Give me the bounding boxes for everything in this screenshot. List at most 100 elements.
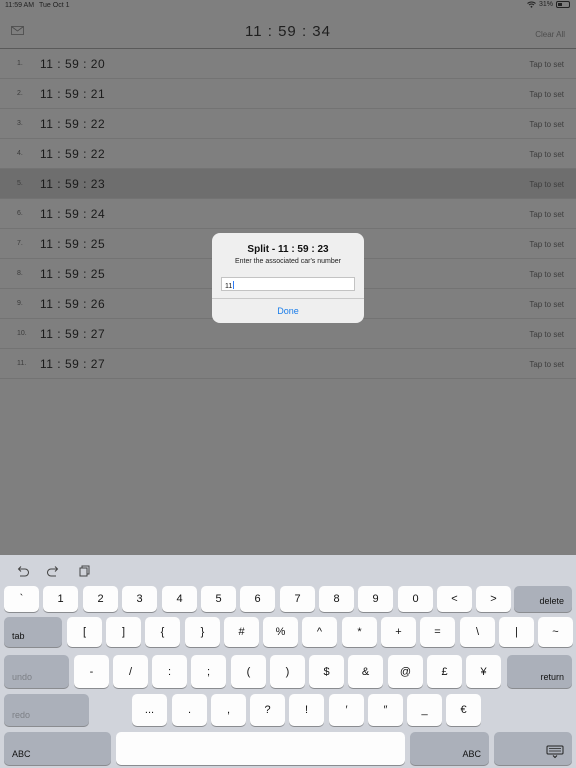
key-punct-3[interactable]: ; bbox=[191, 655, 226, 688]
split-row[interactable]: 11. 11 : 59 : 27 Tap to set bbox=[0, 349, 576, 379]
key-10[interactable]: 0 bbox=[398, 586, 433, 612]
tap-to-set-button[interactable]: Tap to set bbox=[529, 240, 564, 249]
page-title: 11 : 59 : 34 bbox=[245, 23, 331, 40]
key-sym-4[interactable]: # bbox=[224, 617, 259, 647]
key-sym-3[interactable]: } bbox=[185, 617, 220, 647]
key-sym-6[interactable]: ^ bbox=[302, 617, 337, 647]
key-8-key-label: 8 bbox=[333, 593, 340, 605]
key-sym-11[interactable]: | bbox=[499, 617, 534, 647]
key-punct-9[interactable]: £ bbox=[427, 655, 462, 688]
split-time: 11 : 59 : 25 bbox=[40, 267, 106, 281]
redo-arrow-icon[interactable] bbox=[46, 565, 60, 577]
split-index: 5. bbox=[17, 180, 23, 187]
split-row[interactable]: 10. 11 : 59 : 27 Tap to set bbox=[0, 319, 576, 349]
undo-key[interactable]: undo bbox=[4, 655, 69, 688]
key-4-key-label: 4 bbox=[176, 593, 183, 605]
delete-key[interactable]: delete bbox=[514, 586, 572, 612]
redo-key-label: redo bbox=[12, 710, 31, 720]
key-punct-10[interactable]: ¥ bbox=[466, 655, 501, 688]
space-key[interactable] bbox=[116, 732, 405, 765]
tap-to-set-button[interactable]: Tap to set bbox=[529, 300, 564, 309]
key-punct-8-key-label: @ bbox=[399, 665, 412, 678]
key-11[interactable]: < bbox=[437, 586, 472, 612]
key-punct-8[interactable]: @ bbox=[388, 655, 423, 688]
key-punct-7-key-label: & bbox=[361, 665, 370, 678]
tap-to-set-button[interactable]: Tap to set bbox=[529, 60, 564, 69]
return-key[interactable]: return bbox=[507, 655, 572, 688]
key-punct-7[interactable]: & bbox=[348, 655, 383, 688]
clear-all-button[interactable]: Clear All bbox=[535, 30, 565, 39]
key-more-3-key-label: ? bbox=[264, 704, 271, 716]
key-8[interactable]: 8 bbox=[319, 586, 354, 612]
split-time: 11 : 59 : 23 bbox=[40, 177, 106, 191]
key-more-2[interactable]: , bbox=[211, 694, 246, 726]
tap-to-set-button[interactable]: Tap to set bbox=[529, 90, 564, 99]
clipboard-icon[interactable] bbox=[77, 565, 91, 577]
key-7[interactable]: 7 bbox=[280, 586, 315, 612]
key-punct-1[interactable]: / bbox=[113, 655, 148, 688]
redo-key[interactable]: redo bbox=[4, 694, 89, 726]
abc-left-key[interactable]: ABC bbox=[4, 732, 111, 765]
key-more-5[interactable]: ′ bbox=[329, 694, 364, 726]
key-sym-10[interactable]: \ bbox=[460, 617, 495, 647]
split-row[interactable]: 1. 11 : 59 : 20 Tap to set bbox=[0, 49, 576, 79]
key-sym-2[interactable]: { bbox=[145, 617, 180, 647]
done-button[interactable]: Done bbox=[212, 306, 364, 316]
tap-to-set-button[interactable]: Tap to set bbox=[529, 270, 564, 279]
undo-key-label: undo bbox=[12, 672, 33, 682]
key-punct-10-key-label: ¥ bbox=[480, 665, 487, 678]
key-sym-0[interactable]: [ bbox=[67, 617, 102, 647]
tap-to-set-button[interactable]: Tap to set bbox=[529, 180, 564, 189]
key-punct-5[interactable]: ) bbox=[270, 655, 305, 688]
key-12[interactable]: > bbox=[476, 586, 511, 612]
split-row[interactable]: 4. 11 : 59 : 22 Tap to set bbox=[0, 139, 576, 169]
keyboard-dismiss-key[interactable] bbox=[494, 732, 572, 765]
tap-to-set-button[interactable]: Tap to set bbox=[529, 210, 564, 219]
key-punct-0[interactable]: - bbox=[74, 655, 109, 688]
split-index: 6. bbox=[17, 210, 23, 217]
key-sym-1[interactable]: ] bbox=[106, 617, 141, 647]
key-more-0[interactable]: ... bbox=[132, 694, 167, 726]
key-4[interactable]: 4 bbox=[162, 586, 197, 612]
split-list: 1. 11 : 59 : 20 Tap to set 2. 11 : 59 : 21 Ta… bbox=[0, 49, 576, 379]
split-row[interactable]: 2. 11 : 59 : 21 Tap to set bbox=[0, 79, 576, 109]
split-index: 9. bbox=[17, 300, 23, 307]
key-sym-8-key-label: + bbox=[395, 626, 402, 638]
key-sym-9[interactable]: = bbox=[420, 617, 455, 647]
key-punct-6[interactable]: $ bbox=[309, 655, 344, 688]
key-0[interactable]: ` bbox=[4, 586, 39, 612]
tap-to-set-button[interactable]: Tap to set bbox=[529, 150, 564, 159]
tap-to-set-button[interactable]: Tap to set bbox=[529, 120, 564, 129]
tab-key[interactable]: tab bbox=[4, 617, 62, 647]
key-punct-2[interactable]: : bbox=[152, 655, 187, 688]
key-6-key-label: 6 bbox=[254, 593, 261, 605]
split-row[interactable]: 6. 11 : 59 : 24 Tap to set bbox=[0, 199, 576, 229]
undo-arrow-icon[interactable] bbox=[16, 565, 30, 577]
key-3[interactable]: 3 bbox=[122, 586, 157, 612]
key-more-8[interactable]: € bbox=[446, 694, 481, 726]
split-row[interactable]: 5. 11 : 59 : 23 Tap to set bbox=[0, 169, 576, 199]
tap-to-set-button[interactable]: Tap to set bbox=[529, 360, 564, 369]
key-6[interactable]: 6 bbox=[240, 586, 275, 612]
key-more-1[interactable]: . bbox=[172, 694, 207, 726]
key-9[interactable]: 9 bbox=[358, 586, 393, 612]
key-punct-9-key-label: £ bbox=[441, 665, 448, 678]
key-sym-5[interactable]: % bbox=[263, 617, 298, 647]
key-more-3[interactable]: ? bbox=[250, 694, 285, 726]
abc-right-key[interactable]: ABC bbox=[410, 732, 489, 765]
key-5[interactable]: 5 bbox=[201, 586, 236, 612]
tap-to-set-button[interactable]: Tap to set bbox=[529, 330, 564, 339]
key-sym-8[interactable]: + bbox=[381, 617, 416, 647]
key-2[interactable]: 2 bbox=[83, 586, 118, 612]
dialog-subtitle: Enter the associated car's number bbox=[234, 258, 341, 265]
key-more-4[interactable]: ! bbox=[289, 694, 324, 726]
split-time: 11 : 59 : 21 bbox=[40, 87, 106, 101]
key-1[interactable]: 1 bbox=[43, 586, 78, 612]
key-sym-7[interactable]: * bbox=[342, 617, 377, 647]
key-more-6[interactable]: ″ bbox=[368, 694, 403, 726]
key-punct-4[interactable]: ( bbox=[231, 655, 266, 688]
key-more-7[interactable]: _ bbox=[407, 694, 442, 726]
key-sym-12[interactable]: ~ bbox=[538, 617, 573, 647]
split-row[interactable]: 3. 11 : 59 : 22 Tap to set bbox=[0, 109, 576, 139]
car-number-input[interactable]: 11 bbox=[221, 277, 355, 291]
